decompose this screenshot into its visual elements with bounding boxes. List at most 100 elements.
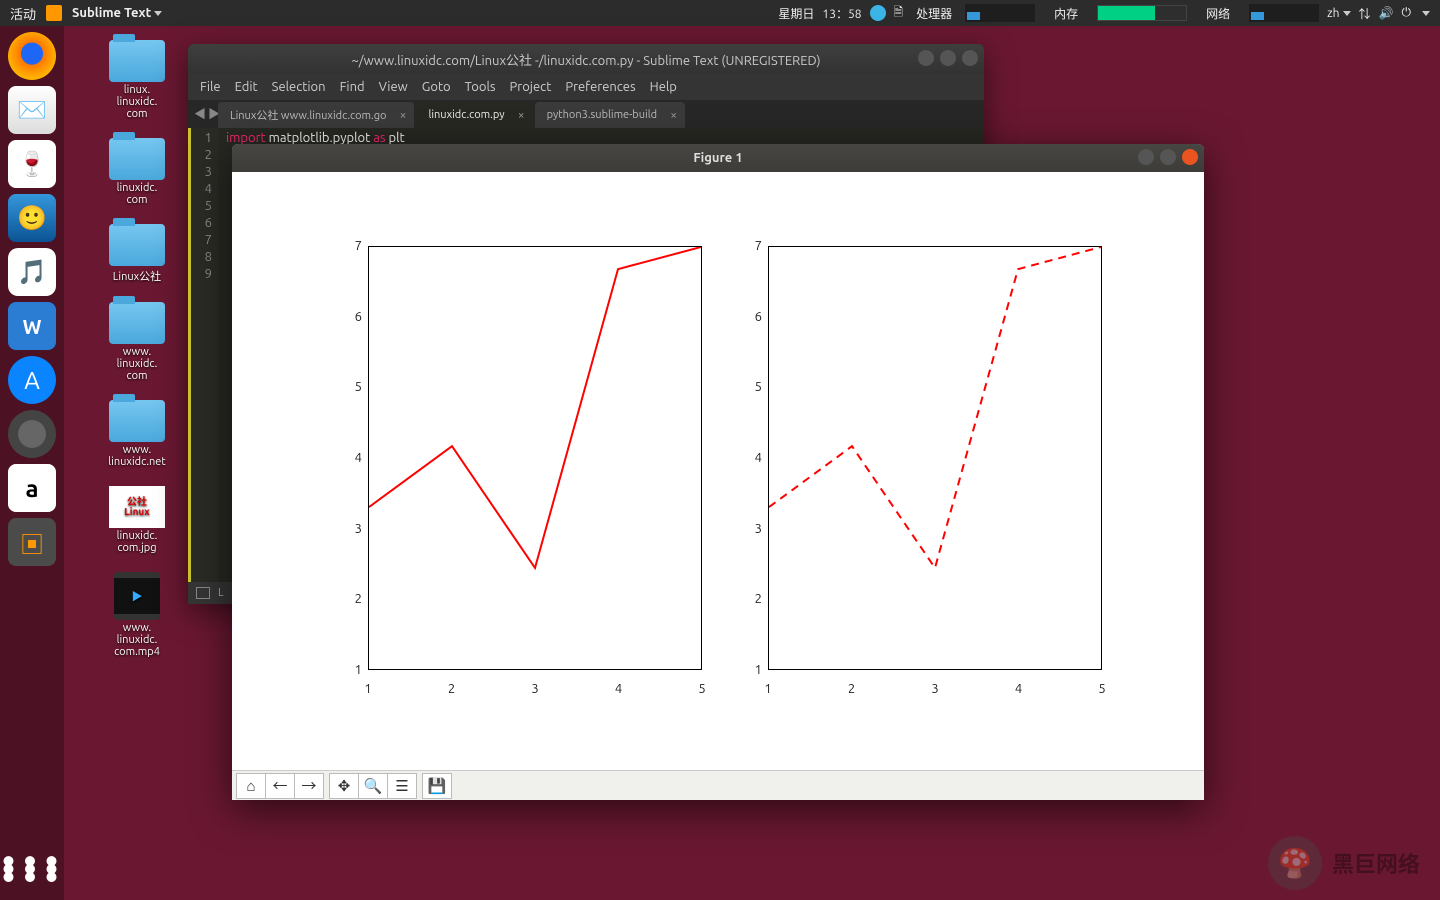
folder-icon [109,224,165,266]
mem-label: 内存 [1043,4,1089,22]
appstore-icon[interactable]: A [8,356,56,404]
lang-indicator[interactable]: zh [1327,7,1350,20]
desktop-item-label: www. linuxidc. com.mp4 [114,622,160,658]
word-icon[interactable]: W [8,302,56,350]
forward-button[interactable]: → [294,773,324,799]
desktop-item-label: linuxidc. com [117,182,158,206]
desktop-item[interactable]: ▶www. linuxidc. com.mp4 [82,572,192,658]
status-text: L [218,587,224,599]
sublime-titlebar[interactable]: ~/www.linuxidc.com/Linux公社 -/linuxidc.co… [188,44,984,74]
menu-file[interactable]: File [200,80,221,94]
tab-label: linuxidc.com.py [428,109,504,121]
minimize-icon[interactable] [1138,149,1154,165]
figure-titlebar[interactable]: Figure 1 [232,144,1204,172]
amazon-icon[interactable]: a [8,464,56,512]
tab-prev-icon[interactable]: ◀ [194,105,206,122]
network-icon[interactable]: ⇅ [1359,5,1371,22]
net-graph [1249,4,1319,22]
desktop-item-label: linuxidc. com.jpg [117,530,158,554]
menu-tools[interactable]: Tools [465,80,496,94]
desktop-item[interactable]: linux. linuxidc. com [82,40,192,120]
line-gutter: 123456789 [188,128,218,582]
desktop-item[interactable]: linuxidc. com [82,138,192,206]
sublime-icon [46,5,62,21]
folder-icon [109,400,165,442]
watermark: 🍄 黑巨网络 [1268,836,1420,890]
activities-button[interactable]: 活动 [10,4,36,23]
settings-icon[interactable] [8,410,56,458]
tab-close-icon[interactable]: × [670,109,677,122]
cpu-label: 处理器 [911,4,957,22]
apps-grid-icon[interactable]: ● ● ●● ● ●● ● ● [3,858,61,882]
zoom-button[interactable]: 🔍 [358,773,388,799]
watermark-text: 黑巨网络 [1332,847,1420,879]
tab-close-icon[interactable]: × [400,109,407,122]
editor-tab[interactable]: linuxidc.com.py × [416,102,532,128]
xtick: 4 [615,682,622,696]
figure-title: Figure 1 [693,151,742,165]
xtick: 3 [931,682,938,696]
menu-project[interactable]: Project [510,80,552,94]
pan-button[interactable]: ✥ [329,773,359,799]
system-menu-chevron-icon[interactable] [1422,11,1430,16]
doc-icon[interactable]: 🗎 [894,3,904,24]
menu-edit[interactable]: Edit [235,80,258,94]
xtick: 1 [364,682,371,696]
sublime-launcher-icon[interactable]: ▣ [8,518,56,566]
time-label: 13：58 [822,5,861,22]
date-label: 星期日 [778,5,814,22]
ytick: 7 [312,239,362,253]
video-thumb-icon: ▶ [114,572,160,620]
folder-icon [109,138,165,180]
editor-tab[interactable]: Linux公社 www.linuxidc.com.go × [218,102,414,128]
weather-icon[interactable] [870,5,886,21]
power-icon[interactable]: ⏻ [1402,6,1412,20]
volume-icon[interactable]: 🔊 [1379,6,1394,20]
desktop-item[interactable]: 公社 Linuxlinuxidc. com.jpg [82,486,192,554]
ytick: 3 [312,522,362,536]
menu-goto[interactable]: Goto [422,80,451,94]
menu-find[interactable]: Find [340,80,365,94]
xtick: 5 [698,682,705,696]
desktop-icons: linux. linuxidc. com linuxidc. com Linux公社… [82,40,192,658]
close-icon[interactable] [962,50,978,66]
desktop-item[interactable]: www. linuxidc. com [82,302,192,382]
tab-close-icon[interactable]: × [518,109,525,122]
panel-icon[interactable] [196,587,210,599]
maximize-icon[interactable] [940,50,956,66]
gnome-topbar: 活动 Sublime Text 星期日 13：58 🗎 处理器 内存 网络 zh… [0,0,1440,26]
wine-icon[interactable]: 🍷 [8,140,56,188]
ytick: 1 [712,663,762,677]
axes [368,246,702,670]
menu-preferences[interactable]: Preferences [565,80,635,94]
music-icon[interactable]: 🎵 [8,248,56,296]
tab-label: Linux公社 www.linuxidc.com.go [230,107,386,123]
home-button[interactable]: ⌂ [236,773,266,799]
menu-view[interactable]: View [379,80,408,94]
sublime-tabstrip: ◀▶ Linux公社 www.linuxidc.com.go×linuxidc.… [188,100,984,128]
ytick: 5 [312,380,362,394]
menu-selection[interactable]: Selection [272,80,326,94]
firefox-icon[interactable] [8,32,56,80]
configure-button[interactable]: ☰ [387,773,417,799]
close-icon[interactable] [1182,149,1198,165]
app-menu[interactable]: Sublime Text [72,6,162,20]
editor-tab[interactable]: python3.sublime-build× [535,102,685,128]
desktop-item-label: www. linuxidc.net [108,444,165,468]
minimize-icon[interactable] [918,50,934,66]
ytick: 5 [712,380,762,394]
desktop-item[interactable]: Linux公社 [82,224,192,284]
finder-icon[interactable]: 🙂 [8,194,56,242]
maximize-icon[interactable] [1160,149,1176,165]
back-button[interactable]: ← [265,773,295,799]
axes [768,246,1102,670]
xtick: 3 [531,682,538,696]
mail-icon[interactable]: ✉️ [8,86,56,134]
launcher-dock: ✉️ 🍷 🙂 🎵 W A a ▣ ● ● ●● ● ●● ● ● [0,26,64,900]
desktop-item[interactable]: www. linuxidc.net [82,400,192,468]
net-label: 网络 [1195,4,1241,22]
desktop-item-label: Linux公社 [113,268,161,284]
menu-help[interactable]: Help [650,80,677,94]
subplot-1: 123456712345 [312,232,712,710]
save-button[interactable]: 💾 [422,773,452,799]
